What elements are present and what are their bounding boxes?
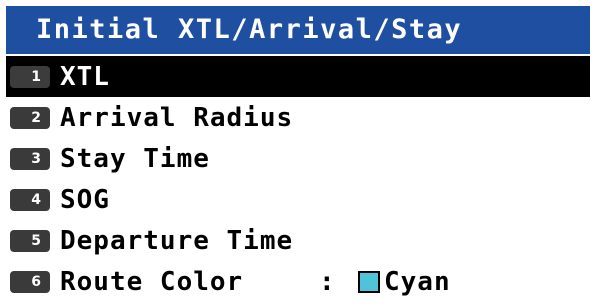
key-badge-3: 3 [10, 147, 50, 170]
menu-item-label: Arrival Radius [60, 102, 294, 133]
key-badge-4: 4 [10, 188, 50, 211]
menu-panel: Initial XTL/Arrival/Stay 1 XTL 2 Arrival… [0, 0, 596, 307]
key-badge-1: 1 [10, 65, 50, 88]
menu-item-arrival-radius[interactable]: 2 Arrival Radius [6, 97, 590, 138]
value-separator: : [319, 266, 336, 297]
color-swatch-icon [358, 271, 380, 293]
menu-item-label: Route Color [60, 266, 244, 297]
menu-item-label: XTL [60, 61, 110, 92]
menu-item-label: Stay Time [60, 143, 210, 174]
menu-item-departure-time[interactable]: 5 Departure Time [6, 220, 590, 261]
route-color-value: Cyan [384, 266, 451, 297]
menu-item-stay-time[interactable]: 3 Stay Time [6, 138, 590, 179]
menu-list: 1 XTL 2 Arrival Radius 3 Stay Time 4 SOG… [6, 56, 590, 302]
key-badge-6: 6 [10, 270, 50, 293]
menu-item-sog[interactable]: 4 SOG [6, 179, 590, 220]
menu-item-route-color[interactable]: 6 Route Color : Cyan [6, 261, 590, 302]
menu-item-label: SOG [60, 184, 110, 215]
menu-item-xtl[interactable]: 1 XTL [6, 56, 590, 97]
menu-title: Initial XTL/Arrival/Stay [6, 6, 590, 54]
key-badge-5: 5 [10, 229, 50, 252]
menu-item-label: Departure Time [60, 225, 294, 256]
key-badge-2: 2 [10, 106, 50, 129]
